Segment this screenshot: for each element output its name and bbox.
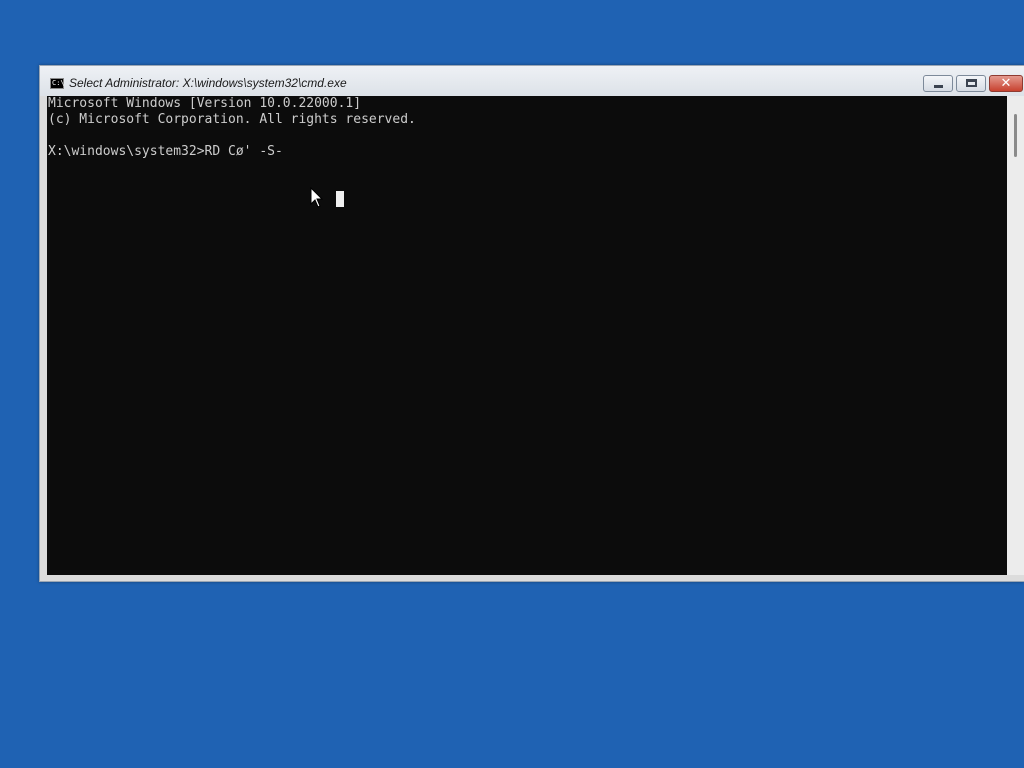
console-output-area[interactable]: Microsoft Windows [Version 10.0.22000.1]… [47,96,1007,575]
maximize-icon [966,79,977,87]
minimize-icon [934,85,943,88]
cmd-icon[interactable]: C:\ [50,78,65,89]
close-icon: ✕ [1000,76,1012,91]
cmd-window[interactable]: C:\ Select Administrator: X:\windows\sys… [39,65,1024,582]
maximize-button[interactable] [956,75,986,92]
text-cursor [336,191,344,207]
window-titlebar[interactable]: C:\ Select Administrator: X:\windows\sys… [40,66,1024,96]
mouse-pointer-icon [310,187,324,208]
minimize-button[interactable] [923,75,953,92]
console-line-command: X:\windows\system32>RD Cø' -S- [48,144,283,159]
close-button[interactable]: ✕ [989,75,1023,92]
scrollbar-thumb[interactable] [1014,114,1017,157]
vertical-scrollbar[interactable] [1007,96,1024,575]
window-title: Select Administrator: X:\windows\system3… [69,76,347,90]
console-line-version: Microsoft Windows [Version 10.0.22000.1] [48,96,362,111]
cmd-icon-label: C:\ [52,79,65,87]
console-line-copyright: (c) Microsoft Corporation. All rights re… [48,112,416,127]
